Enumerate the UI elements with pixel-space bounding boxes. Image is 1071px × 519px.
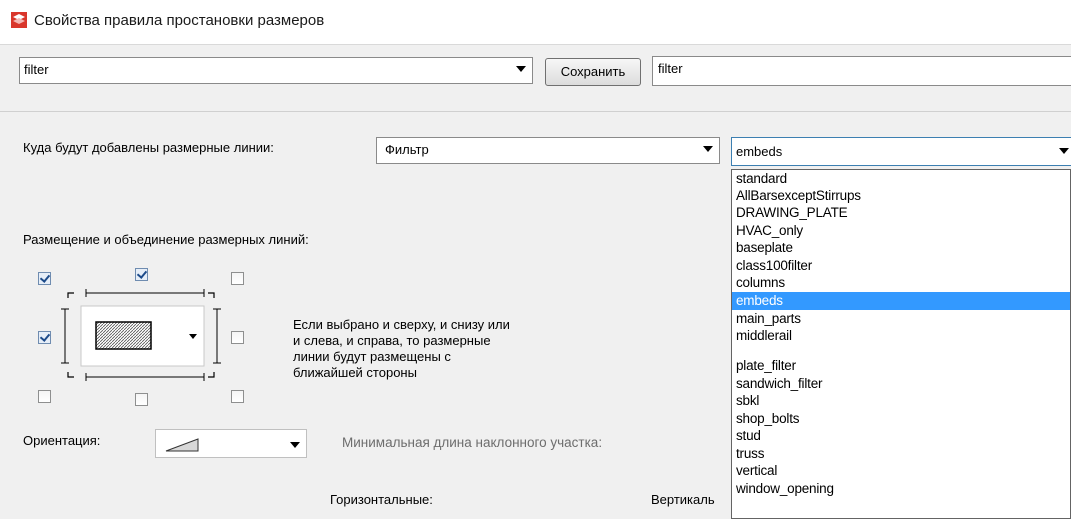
filter-option-partial[interactable] — [732, 345, 1070, 349]
window-title: Свойства правила простановки размеров — [34, 12, 325, 29]
filter-option[interactable]: DRAWING_PLATE — [732, 204, 1070, 222]
save-button[interactable]: Сохранить — [545, 58, 641, 86]
filter-option[interactable]: window_opening — [732, 480, 1070, 498]
slope-label: Минимальная длина наклонного участка: — [342, 435, 603, 450]
name-input[interactable]: filter — [652, 56, 1071, 86]
placement-note: Если выбрано и сверху, и снизу или и сле… — [293, 317, 593, 381]
separator — [0, 111, 1071, 112]
bottom-left-checkbox[interactable] — [38, 390, 51, 403]
filter-option[interactable]: HVAC_only — [732, 222, 1070, 240]
chevron-down-icon — [290, 442, 300, 448]
placement-label: Размещение и объединение размерных линий… — [23, 232, 309, 247]
preset-select[interactable]: filter — [19, 57, 533, 84]
filter-option[interactable]: class100filter — [732, 257, 1070, 275]
destination-label: Куда будут добавлены размерные линии: — [23, 140, 274, 155]
destination-type-value: Фильтр — [385, 142, 429, 157]
placement-note-line: линии будут размещены с — [293, 349, 451, 364]
orientation-label: Ориентация: — [23, 433, 101, 448]
chevron-down-icon — [703, 146, 713, 152]
filter-select[interactable]: embeds — [731, 137, 1071, 166]
filter-option-selected[interactable]: embeds — [732, 292, 1070, 310]
bottom-mid-checkbox[interactable] — [135, 393, 148, 406]
filter-dropdown-list[interactable]: standard AllBarsexceptStirrups DRAWING_P… — [731, 169, 1071, 519]
filter-option[interactable]: main_parts — [732, 310, 1070, 328]
filter-option[interactable]: vertical — [732, 462, 1070, 480]
vertical-label: Вертикаль — [651, 492, 715, 507]
filter-option[interactable]: truss — [732, 445, 1070, 463]
name-input-value: filter — [658, 61, 683, 76]
filter-option[interactable]: stud — [732, 427, 1070, 445]
top-mid-checkbox[interactable] — [135, 268, 148, 281]
orientation-slope-icon — [165, 438, 199, 452]
filter-option[interactable]: AllBarsexceptStirrups — [732, 187, 1070, 205]
app-icon — [11, 12, 27, 28]
preset-value: filter — [24, 62, 49, 77]
right-checkbox[interactable] — [231, 331, 244, 344]
horizontal-label: Горизонтальные: — [330, 492, 433, 507]
filter-option[interactable]: sbkl — [732, 392, 1070, 410]
bottom-right-checkbox[interactable] — [231, 390, 244, 403]
top-right-checkbox[interactable] — [231, 272, 244, 285]
filter-option[interactable]: baseplate — [732, 239, 1070, 257]
title-bar: Свойства правила простановки размеров — [0, 0, 1071, 45]
placement-note-line: ближайшей стороны — [293, 365, 417, 380]
filter-option[interactable]: shop_bolts — [732, 410, 1070, 428]
destination-type-select[interactable]: Фильтр — [376, 137, 720, 164]
placement-note-line: и слева, и справа, то размерные — [293, 333, 491, 348]
filter-option[interactable]: standard — [732, 170, 1070, 188]
filter-option[interactable]: sandwich_filter — [732, 375, 1070, 393]
left-checkbox[interactable] — [38, 331, 51, 344]
chevron-down-icon — [1059, 148, 1069, 154]
filter-select-value: embeds — [736, 144, 783, 159]
top-left-checkbox[interactable] — [38, 272, 51, 285]
chevron-down-icon — [516, 66, 526, 72]
filter-option[interactable]: plate_filter — [732, 357, 1070, 375]
filter-option[interactable]: middlerail — [732, 327, 1070, 345]
orientation-select[interactable] — [155, 429, 307, 458]
filter-option[interactable]: columns — [732, 274, 1070, 292]
placement-note-line: Если выбрано и сверху, и снизу или — [293, 317, 510, 332]
placement-diagram — [61, 289, 221, 381]
